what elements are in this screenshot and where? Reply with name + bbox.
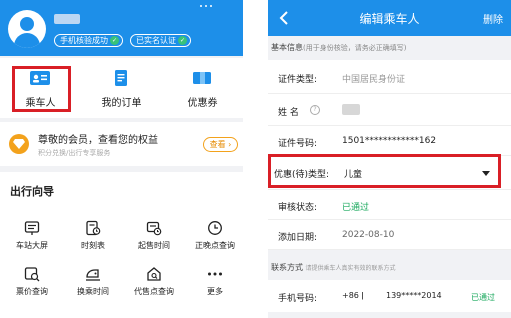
right-screen: 编辑乘车人 删除 基本信息(用于身份核验，请务必正确填写) 证件类型: 中国居民… <box>268 0 511 318</box>
delete-button[interactable]: 删除 <box>483 11 503 26</box>
coupons-label: 优惠券 <box>187 98 218 109</box>
agency-search-icon <box>146 266 162 282</box>
basic-info-header: 基本信息(用于身份核验，请务必正确填写) <box>271 43 407 52</box>
travel-guide: 出行向导 车站大屏 时刻表 起售时间 正晚点查询 票价查询 换乘时间 代售点查询 <box>0 172 243 318</box>
added-date-row: 添加日期: 2022-08-10 <box>268 220 511 250</box>
transfer-time-button[interactable]: 换乘时间 <box>63 266 123 310</box>
sale-time-button[interactable]: 起售时间 <box>124 220 184 264</box>
country-code[interactable]: +86 ǀ <box>342 291 364 300</box>
info-icon[interactable]: ? <box>310 105 320 115</box>
station-screen-button[interactable]: 车站大屏 <box>2 220 62 264</box>
highlight-box <box>268 154 501 188</box>
highlight-box <box>12 66 71 112</box>
fare-search-icon <box>24 266 40 282</box>
timetable-icon <box>85 220 101 236</box>
fare-query-button[interactable]: 票价查询 <box>2 266 62 310</box>
review-status-row: 审核状态: 已通过 <box>268 190 511 220</box>
my-orders-label: 我的订单 <box>101 98 142 109</box>
phone-row[interactable]: 手机号码: +86 ǀ 139*****2014 已通过 <box>268 280 511 312</box>
added-date-value: 2022-08-10 <box>342 230 395 240</box>
page-title: 编辑乘车人 <box>359 12 420 26</box>
left-screen: 手机核验成功 ✓ 已实名认证 ✓ 乘车人 我的订单 优惠券 尊敬的会员，查看您的… <box>0 0 243 318</box>
delay-query-button[interactable]: 正晚点查询 <box>185 220 243 264</box>
id-number-value: 1501************162 <box>342 136 437 146</box>
phone-status-badge: 已通过 <box>471 293 495 302</box>
profile-header: 手机核验成功 ✓ 已实名认证 ✓ <box>0 0 243 56</box>
member-subtitle: 积分兑换/出行专享服务 <box>38 149 111 157</box>
nav-bar: 编辑乘车人 删除 <box>268 0 511 36</box>
phone-verified-badge: 手机核验成功 ✓ <box>54 34 123 47</box>
avatar[interactable] <box>8 10 46 48</box>
check-icon: ✓ <box>178 36 187 45</box>
more-button[interactable]: 更多 <box>185 266 243 310</box>
id-type-row[interactable]: 证件类型: 中国居民身份证 <box>268 60 511 94</box>
station-screen-icon <box>24 220 40 236</box>
review-status-value: 已通过 <box>342 203 370 213</box>
diamond-icon <box>9 134 29 154</box>
name-redacted <box>342 104 360 115</box>
view-benefits-button[interactable]: 查看 › <box>203 137 238 152</box>
more-dots-icon <box>207 266 223 282</box>
id-type-value: 中国居民身份证 <box>342 75 406 85</box>
name-row[interactable]: 姓 名 ? <box>268 94 511 126</box>
check-icon: ✓ <box>110 36 119 45</box>
coupon-ticket-icon <box>192 70 212 86</box>
phone-number: 139*****2014 <box>386 291 442 300</box>
transfer-train-icon <box>85 266 101 282</box>
status-dots-icon <box>198 3 214 9</box>
coupons-button[interactable]: 优惠券 <box>162 58 243 118</box>
order-document-icon <box>111 70 131 86</box>
clock-icon <box>207 220 223 236</box>
member-benefits-card[interactable]: 尊敬的会员，查看您的权益 积分兑换/出行专享服务 查看 › <box>0 122 243 166</box>
contact-header: 联系方式 请提供乘车人真实有效的联系方式 <box>271 263 396 272</box>
username-redacted <box>54 14 80 24</box>
travel-guide-title: 出行向导 <box>10 185 54 198</box>
id-number-row[interactable]: 证件号码: 1501************162 <box>268 126 511 156</box>
sale-time-icon <box>146 220 162 236</box>
agency-query-button[interactable]: 代售点查询 <box>124 266 184 310</box>
timetable-button[interactable]: 时刻表 <box>63 220 123 264</box>
my-orders-button[interactable]: 我的订单 <box>81 58 162 118</box>
real-name-badge: 已实名认证 ✓ <box>130 34 191 47</box>
member-title: 尊敬的会员，查看您的权益 <box>38 135 158 146</box>
